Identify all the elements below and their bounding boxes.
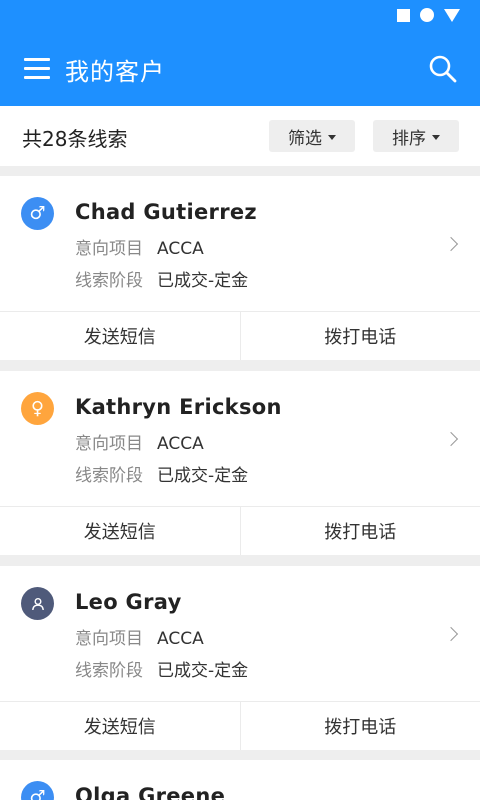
customer-card-body[interactable]: ♂ Chad Gutierrez 意向项目 ACCA 线索阶段 已成交-定金 (0, 176, 480, 311)
app-bar: 我的客户 (0, 0, 480, 106)
customer-card: ♂ Olga Greene (0, 760, 480, 800)
menu-icon[interactable] (24, 57, 50, 81)
stage-label: 线索阶段 (75, 466, 143, 486)
person-icon (21, 587, 54, 620)
customer-name: Leo Gray (75, 590, 182, 614)
call-button[interactable]: 拨打电话 (239, 507, 480, 555)
project-value: ACCA (157, 239, 204, 259)
project-row: 意向项目 ACCA (75, 234, 204, 259)
caret-down-icon (432, 134, 440, 140)
customer-card-body[interactable]: ♂ Olga Greene (0, 760, 480, 800)
stage-value: 已成交-定金 (157, 661, 249, 681)
status-circle-icon (420, 8, 434, 22)
card-actions: 发送短信 拨打电话 (0, 506, 480, 555)
status-triangle-icon (444, 8, 460, 22)
customer-card: ♀ Kathryn Erickson 意向项目 ACCA 线索阶段 已成交-定金 发… (0, 371, 480, 555)
project-value: ACCA (157, 434, 204, 454)
sort-button[interactable]: 排序 (373, 120, 459, 152)
filter-bar: 共28条线索 筛选 排序 (0, 106, 480, 166)
stage-row: 线索阶段 已成交-定金 (75, 266, 248, 291)
stage-label: 线索阶段 (75, 661, 143, 681)
send-sms-button[interactable]: 发送短信 (0, 507, 240, 555)
customer-card: ♂ Chad Gutierrez 意向项目 ACCA 线索阶段 已成交-定金 发送短… (0, 176, 480, 360)
chevron-right-icon (443, 431, 459, 447)
search-icon[interactable] (428, 54, 458, 84)
stage-row: 线索阶段 已成交-定金 (75, 461, 248, 486)
status-square-icon (397, 8, 410, 22)
call-button[interactable]: 拨打电话 (239, 702, 480, 750)
project-label: 意向项目 (75, 239, 143, 259)
stage-row: 线索阶段 已成交-定金 (75, 656, 248, 681)
filter-label: 筛选 (288, 128, 322, 149)
customer-name: Chad Gutierrez (75, 200, 257, 224)
send-sms-button[interactable]: 发送短信 (0, 312, 240, 360)
female-icon: ♀ (21, 392, 54, 425)
customer-name: Kathryn Erickson (75, 395, 282, 419)
stage-value: 已成交-定金 (157, 466, 249, 486)
sort-label: 排序 (392, 128, 426, 149)
customer-card-body[interactable]: ♀ Kathryn Erickson 意向项目 ACCA 线索阶段 已成交-定金 (0, 371, 480, 506)
stage-value: 已成交-定金 (157, 271, 249, 291)
caret-down-icon (328, 134, 336, 140)
project-value: ACCA (157, 629, 204, 649)
lead-count: 共28条线索 (22, 127, 128, 151)
filter-button[interactable]: 筛选 (269, 120, 355, 152)
call-button[interactable]: 拨打电话 (239, 312, 480, 360)
page-title: 我的客户 (65, 58, 165, 86)
project-row: 意向项目 ACCA (75, 429, 204, 454)
chevron-right-icon (443, 626, 459, 642)
card-actions: 发送短信 拨打电话 (0, 311, 480, 360)
stage-label: 线索阶段 (75, 271, 143, 291)
project-row: 意向项目 ACCA (75, 624, 204, 649)
customer-card: Leo Gray 意向项目 ACCA 线索阶段 已成交-定金 发送短信 拨打电话 (0, 566, 480, 750)
customer-name: Olga Greene (75, 784, 226, 800)
project-label: 意向项目 (75, 434, 143, 454)
card-actions: 发送短信 拨打电话 (0, 701, 480, 750)
send-sms-button[interactable]: 发送短信 (0, 702, 240, 750)
male-icon: ♂ (21, 197, 54, 230)
status-bar (397, 8, 460, 22)
project-label: 意向项目 (75, 629, 143, 649)
male-icon: ♂ (21, 781, 54, 800)
chevron-right-icon (443, 236, 459, 252)
customer-card-body[interactable]: Leo Gray 意向项目 ACCA 线索阶段 已成交-定金 (0, 566, 480, 701)
